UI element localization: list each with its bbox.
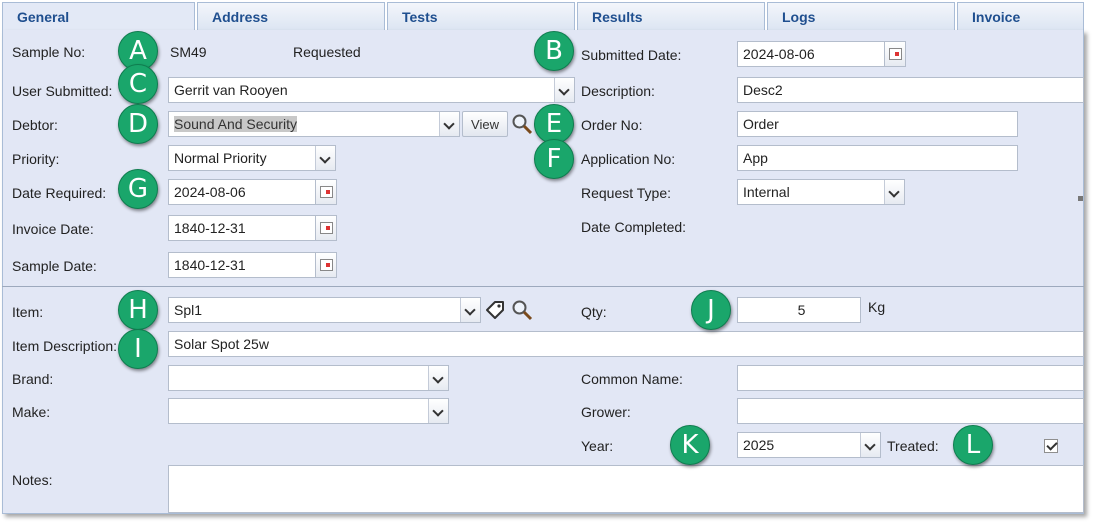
date-completed-label: Date Completed: xyxy=(581,219,687,235)
sample-no-value: SM49 xyxy=(170,44,207,60)
qty-unit: Kg xyxy=(868,299,886,315)
chevron-down-icon[interactable] xyxy=(884,180,904,204)
tab-address[interactable]: Address xyxy=(197,2,385,30)
invoice-date-label: Invoice Date: xyxy=(12,221,94,237)
notes-textarea[interactable] xyxy=(168,465,1084,513)
make-label: Make: xyxy=(12,404,51,420)
item-label: Item: xyxy=(12,304,44,320)
calendar-icon[interactable] xyxy=(315,252,337,278)
request-type-select[interactable]: Internal xyxy=(737,179,905,205)
callout-marker-h: H xyxy=(118,290,158,330)
sample-date-label: Sample Date: xyxy=(12,258,97,274)
callout-marker-c: C xyxy=(118,64,158,104)
sample-no-label: Sample No: xyxy=(12,44,86,60)
callout-marker-g: G xyxy=(118,169,158,209)
resize-handle xyxy=(1078,196,1083,201)
tab-results[interactable]: Results xyxy=(577,2,765,30)
application-no-input[interactable]: App xyxy=(737,145,1018,171)
chevron-down-icon[interactable] xyxy=(428,399,448,423)
priority-label: Priority: xyxy=(12,151,60,167)
chevron-down-icon[interactable] xyxy=(460,298,480,322)
tab-tests[interactable]: Tests xyxy=(387,2,575,30)
callout-marker-j: J xyxy=(691,290,731,330)
application-no-label: Application No: xyxy=(581,151,676,167)
chevron-down-icon[interactable] xyxy=(554,78,574,102)
order-no-label: Order No: xyxy=(581,117,643,133)
common-name-input[interactable] xyxy=(737,365,1084,391)
qty-label: Qty: xyxy=(581,304,607,320)
description-label: Description: xyxy=(581,83,655,99)
submitted-date-input[interactable]: 2024-08-06 xyxy=(737,41,885,67)
user-submitted-label: User Submitted: xyxy=(12,83,113,99)
item-description-input[interactable]: Solar Spot 25w xyxy=(168,331,1084,357)
callout-marker-i: I xyxy=(118,329,158,369)
year-select[interactable]: 2025 xyxy=(737,432,881,458)
date-required-label: Date Required: xyxy=(12,185,107,201)
common-name-label: Common Name: xyxy=(581,371,683,387)
chevron-down-icon[interactable] xyxy=(439,112,459,136)
callout-marker-l: L xyxy=(953,425,993,465)
chevron-down-icon[interactable] xyxy=(428,366,448,390)
sample-date-input[interactable]: 1840-12-31 xyxy=(168,252,316,278)
tab-logs[interactable]: Logs xyxy=(767,2,955,30)
calendar-icon[interactable] xyxy=(315,215,337,241)
section-divider xyxy=(2,286,1084,287)
sample-status: Requested xyxy=(293,44,361,60)
callout-marker-f: F xyxy=(534,139,574,179)
invoice-date-input[interactable]: 1840-12-31 xyxy=(168,215,316,241)
item-select[interactable]: Spl1 xyxy=(168,297,481,323)
treated-label: Treated: xyxy=(887,438,939,454)
search-icon[interactable] xyxy=(510,112,534,136)
debtor-label: Debtor: xyxy=(12,117,58,133)
tab-invoice[interactable]: Invoice xyxy=(957,2,1084,30)
callout-marker-b: B xyxy=(534,31,574,71)
date-required-input[interactable]: 2024-08-06 xyxy=(168,179,316,205)
chevron-down-icon[interactable] xyxy=(860,433,880,457)
notes-label: Notes: xyxy=(12,472,53,488)
treated-checkbox[interactable] xyxy=(1044,439,1058,453)
order-no-input[interactable]: Order xyxy=(737,111,1018,137)
chevron-down-icon[interactable] xyxy=(315,146,335,170)
calendar-icon[interactable] xyxy=(884,41,906,67)
brand-label: Brand: xyxy=(12,371,54,387)
search-icon[interactable] xyxy=(510,298,534,322)
debtor-view-button[interactable]: View xyxy=(462,111,508,137)
qty-input[interactable]: 5 xyxy=(737,297,861,323)
tab-bar: General Address Tests Results Logs Invoi… xyxy=(2,2,1084,30)
debtor-select[interactable]: Sound And Security xyxy=(168,111,460,137)
year-label: Year: xyxy=(581,438,614,454)
calendar-icon[interactable] xyxy=(315,179,337,205)
tab-general[interactable]: General xyxy=(2,2,195,30)
callout-marker-e: E xyxy=(534,104,574,144)
user-submitted-select[interactable]: Gerrit van Rooyen xyxy=(168,77,575,103)
callout-marker-k: K xyxy=(670,425,710,465)
tag-icon[interactable] xyxy=(483,298,507,322)
request-type-label: Request Type: xyxy=(581,185,672,201)
grower-label: Grower: xyxy=(581,404,631,420)
item-description-label: Item Description: xyxy=(12,338,118,354)
submitted-date-label: Submitted Date: xyxy=(581,47,682,63)
make-select[interactable] xyxy=(168,398,449,424)
grower-input[interactable] xyxy=(737,398,1084,424)
callout-marker-d: D xyxy=(118,104,158,144)
priority-select[interactable]: Normal Priority xyxy=(168,145,336,171)
description-input[interactable]: Desc2 xyxy=(737,77,1084,103)
brand-select[interactable] xyxy=(168,365,449,391)
